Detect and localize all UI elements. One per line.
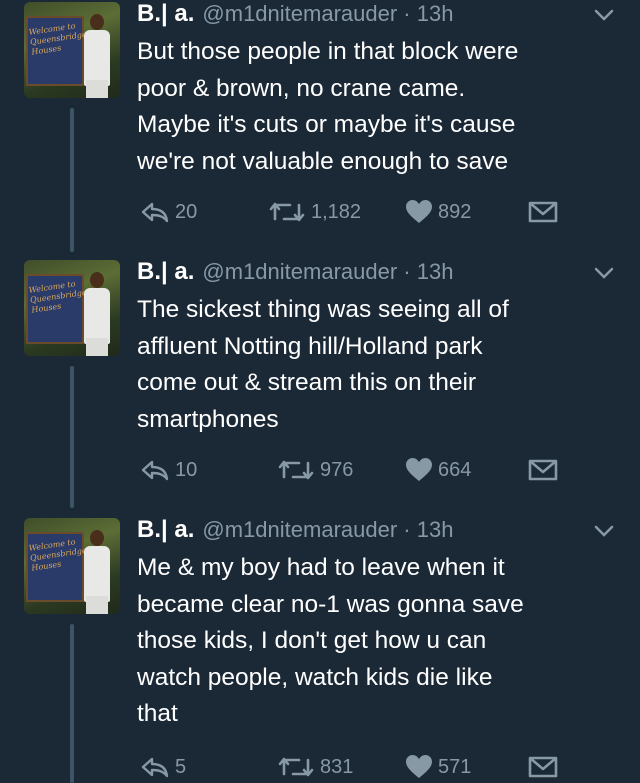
like-count: 892 [438, 200, 472, 223]
reply-button[interactable]: 5 [140, 752, 186, 782]
tweet-actions: 20 1,182 892 [0, 197, 640, 227]
timestamp[interactable]: 13h [417, 1, 454, 26]
retweet-count: 831 [320, 755, 354, 778]
reply-button[interactable]: 20 [140, 197, 197, 227]
display-name[interactable]: B.| a. [137, 0, 194, 28]
chevron-down-icon[interactable] [594, 266, 614, 280]
tweet-text-line: that [137, 700, 178, 727]
user-handle[interactable]: @m1dnitemarauder · 13h [202, 1, 453, 27]
user-handle[interactable]: @m1dnitemarauder · 13h [202, 517, 453, 543]
direct-message-button[interactable] [528, 197, 558, 227]
timestamp[interactable]: 13h [417, 517, 454, 542]
direct-message-icon [528, 201, 558, 223]
retweet-count: 976 [320, 458, 354, 481]
retweet-icon [278, 460, 314, 480]
display-name[interactable]: B.| a. [137, 516, 194, 544]
tweet-text-line: poor & brown, no crane came. [137, 74, 466, 102]
user-handle[interactable]: @m1dnitemarauder · 13h [202, 259, 453, 285]
retweet-button[interactable]: 976 [277, 455, 353, 485]
tweet-text-line: affluent Notting hill/Holland park [137, 332, 483, 360]
direct-message-button[interactable] [528, 752, 558, 782]
avatar[interactable]: Welcome to Queensbridge Houses [24, 2, 120, 98]
tweet-text-line: The sickest thing was seeing all of [137, 296, 509, 323]
tweet-text-line: watch people, watch kids die like [137, 663, 493, 691]
retweet-button[interactable]: 1,182 [268, 197, 361, 227]
tweet-text-line: smartphones [137, 405, 279, 433]
reply-count: 10 [175, 458, 198, 481]
retweet-icon [278, 757, 314, 777]
avatar[interactable]: Welcome to Queensbridge Houses [24, 260, 120, 356]
reply-button[interactable]: 10 [140, 455, 197, 485]
timestamp[interactable]: 13h [417, 259, 454, 284]
reply-icon [141, 460, 169, 481]
tweet-actions: 10 976 664 [0, 455, 640, 485]
like-button[interactable]: 571 [405, 752, 471, 782]
tweet-actions: 5 831 571 [0, 752, 640, 782]
tweet-text-line: Me & my boy had to leave when it [137, 554, 505, 581]
heart-icon [406, 755, 432, 778]
like-button[interactable]: 664 [405, 455, 471, 485]
like-button[interactable]: 892 [405, 197, 471, 227]
tweet-text: But those people in that block were poor… [137, 34, 617, 180]
tweet-text-line: we're not valuable enough to save [137, 147, 509, 175]
direct-message-icon [528, 459, 558, 481]
tweet-text-line: come out & stream this on their [137, 369, 477, 396]
tweet-text-line: became clear no-1 was gonna save [137, 590, 524, 618]
tweet-header: B.| a. @m1dnitemarauder · 13h [137, 258, 453, 292]
tweet-1[interactable]: Welcome to Queensbridge Houses B.| a. @m… [0, 0, 640, 258]
tweet-text: Me & my boy had to leave when it became … [137, 550, 617, 733]
chevron-down-icon[interactable] [594, 524, 614, 538]
reply-count: 5 [175, 755, 187, 778]
retweet-button[interactable]: 831 [277, 752, 353, 782]
retweet-count: 1,182 [311, 200, 362, 223]
tweet-text-line: those kids, I don't get how u can [137, 627, 487, 654]
tweet-2[interactable]: Welcome to Queensbridge Houses B.| a. @m… [0, 258, 640, 516]
display-name[interactable]: B.| a. [137, 258, 194, 286]
reply-icon [141, 757, 169, 778]
like-count: 571 [438, 755, 472, 778]
direct-message-button[interactable] [528, 455, 558, 485]
tweet-header: B.| a. @m1dnitemarauder · 13h [137, 516, 453, 550]
tweet-text: The sickest thing was seeing all of affl… [137, 292, 617, 438]
reply-count: 20 [175, 200, 198, 223]
tweet-text-line: But those people in that block were [137, 38, 519, 65]
tweet-3[interactable]: Welcome to Queensbridge Houses B.| a. @m… [0, 516, 640, 783]
heart-icon [406, 200, 432, 223]
avatar[interactable]: Welcome to Queensbridge Houses [24, 518, 120, 614]
tweet-text-line: Maybe it's cuts or maybe it's cause [137, 111, 516, 138]
direct-message-icon [528, 756, 558, 778]
chevron-down-icon[interactable] [594, 8, 614, 22]
retweet-icon [269, 202, 305, 222]
like-count: 664 [438, 458, 472, 481]
heart-icon [406, 458, 432, 481]
tweet-header: B.| a. @m1dnitemarauder · 13h [137, 0, 453, 34]
reply-icon [141, 202, 169, 223]
